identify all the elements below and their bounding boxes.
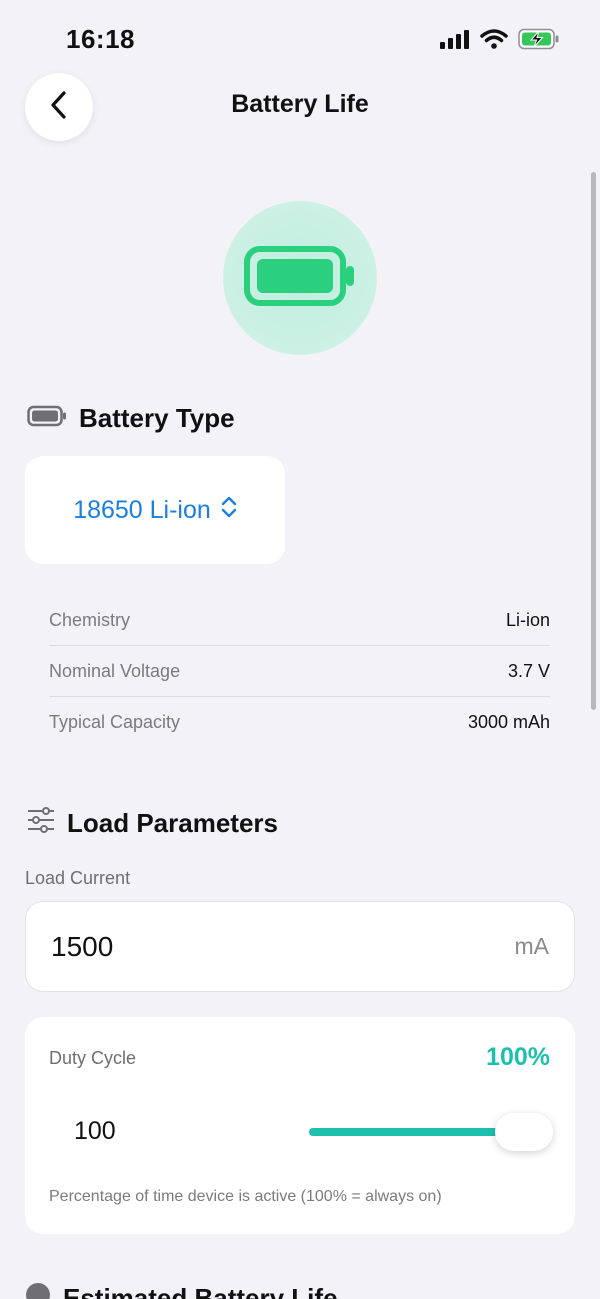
battery-spec-table: Chemistry Li-ion Nominal Voltage 3.7 V T… [49, 595, 550, 747]
load-current-unit: mA [514, 933, 550, 959]
hero-battery-badge [223, 201, 377, 355]
slider-thumb[interactable] [495, 1113, 553, 1151]
battery-type-title: Battery Type [79, 403, 235, 433]
load-parameters-header: Load Parameters [27, 807, 278, 840]
battery-icon [27, 403, 67, 434]
load-current-label: Load Current [25, 868, 131, 888]
spec-label: Chemistry [49, 609, 131, 630]
estimated-battery-life-title: Estimated Battery Life [63, 1283, 338, 1299]
battery-type-header: Battery Type [27, 403, 235, 434]
chevron-up-down-icon [221, 495, 237, 526]
duty-cycle-hint: Percentage of time device is active (100… [49, 1188, 442, 1205]
info-icon [25, 1282, 51, 1299]
battery-type-picker[interactable]: 18650 Li-ion [25, 456, 285, 564]
status-icons [440, 28, 560, 55]
spec-row-capacity: Typical Capacity 3000 mAh [49, 697, 550, 747]
spec-label: Typical Capacity [49, 711, 181, 732]
status-time: 16:18 [66, 24, 135, 54]
duty-cycle-slider[interactable] [309, 1113, 553, 1151]
scrollbar[interactable] [591, 172, 596, 710]
spec-value: Li-ion [505, 609, 550, 630]
estimated-battery-life-header: Estimated Battery Life [25, 1282, 338, 1299]
wifi-icon [480, 29, 508, 54]
duty-cycle-card: Duty Cycle 100% 100 Percentage of time d… [25, 1017, 575, 1234]
spec-value: 3000 mAh [467, 711, 550, 732]
load-parameters-title: Load Parameters [67, 808, 278, 838]
duty-cycle-value-field[interactable]: 100 [74, 1117, 116, 1146]
spec-label: Nominal Voltage [49, 660, 181, 681]
battery-life-screen: 16:18 Battery Life Battery Type 18650 Li… [0, 0, 600, 1299]
load-current-value[interactable]: 1500 [51, 931, 113, 963]
battery-full-icon [244, 244, 356, 313]
duty-cycle-label: Duty Cycle [49, 1048, 137, 1068]
spec-row-voltage: Nominal Voltage 3.7 V [49, 646, 550, 697]
load-current-input[interactable]: 1500 mA [25, 901, 575, 992]
sliders-icon [27, 807, 55, 840]
battery-charging-icon [518, 28, 560, 55]
picker-value: 18650 Li-ion [73, 495, 211, 524]
duty-cycle-percent: 100% [486, 1043, 550, 1071]
slider-fill [309, 1128, 524, 1136]
cellular-signal-icon [440, 29, 470, 54]
page-title: Battery Life [231, 90, 369, 118]
spec-value: 3.7 V [507, 660, 550, 681]
spec-row-chemistry: Chemistry Li-ion [49, 595, 550, 646]
